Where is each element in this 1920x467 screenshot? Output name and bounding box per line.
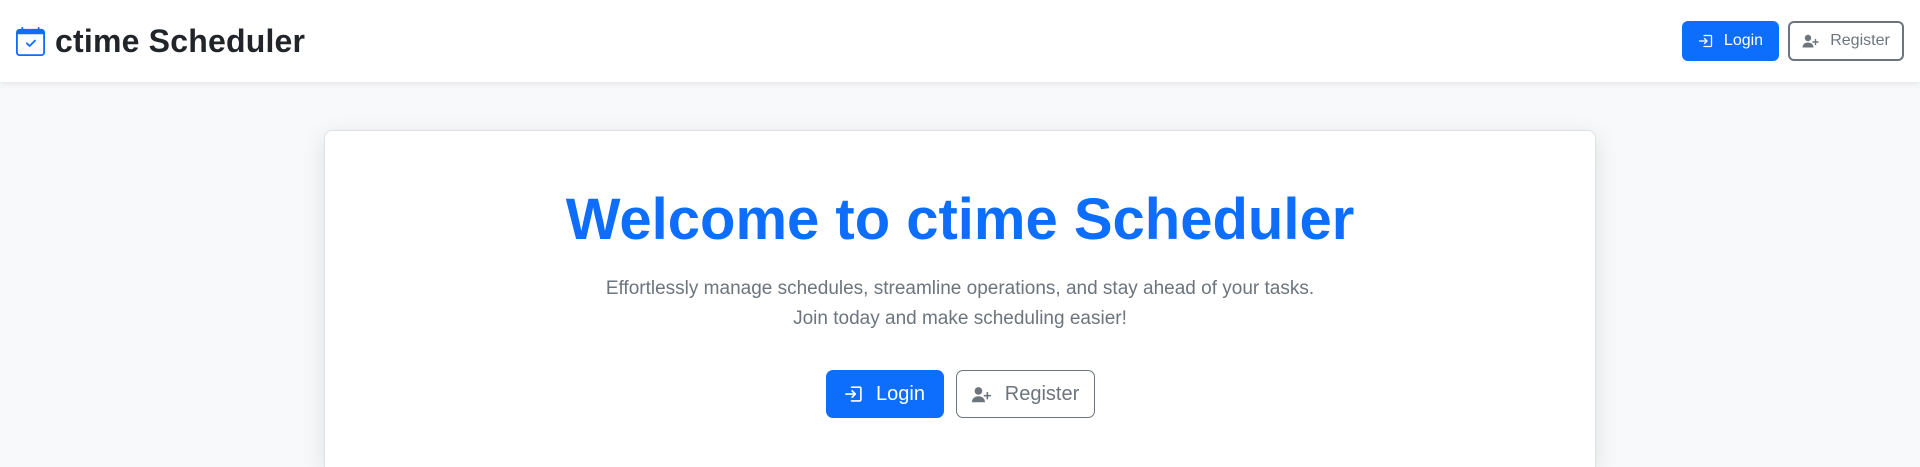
nav-register-label: Register	[1830, 32, 1890, 49]
hero-login-label: Login	[876, 382, 925, 405]
welcome-subtitle-line-1: Effortlessly manage schedules, streamlin…	[605, 278, 1315, 299]
welcome-subtitle-line-2: Join today and make scheduling easier!	[793, 308, 1127, 329]
calendar-check-icon	[16, 26, 45, 56]
login-icon	[844, 384, 864, 404]
hero-register-button[interactable]: Register	[955, 370, 1095, 418]
welcome-title: Welcome to ctime Scheduler	[565, 187, 1355, 252]
brand[interactable]: ctime Scheduler	[16, 23, 305, 60]
top-navbar: ctime Scheduler Login Register	[0, 0, 1920, 82]
hero-actions: Login Register	[325, 370, 1595, 418]
nav-actions: Login Register	[1682, 21, 1904, 61]
nav-login-label: Login	[1723, 32, 1764, 49]
brand-name: ctime Scheduler	[55, 22, 306, 59]
welcome-card: Welcome to ctime Scheduler Effortlessly …	[324, 130, 1596, 467]
nav-register-button[interactable]: Register	[1788, 21, 1904, 61]
nav-login-button[interactable]: Login	[1682, 21, 1779, 61]
welcome-subtitle: Effortlessly manage schedules, streamlin…	[325, 274, 1595, 334]
login-icon	[1698, 33, 1714, 49]
person-add-icon	[971, 385, 993, 404]
hero-register-label: Register	[1004, 382, 1080, 405]
hero-login-button[interactable]: Login	[825, 370, 944, 418]
person-add-icon	[1802, 33, 1820, 49]
